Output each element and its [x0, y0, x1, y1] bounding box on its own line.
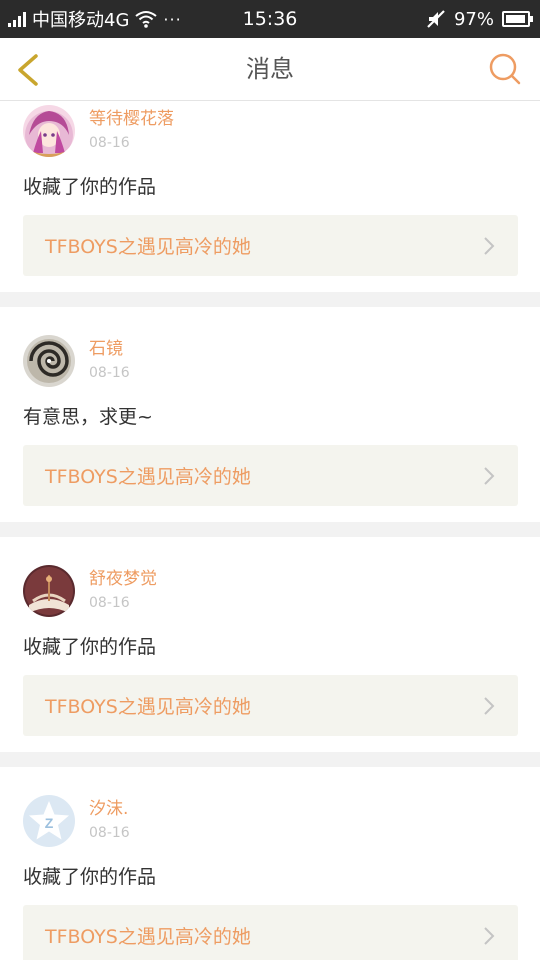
battery-fill: [506, 15, 526, 23]
default-star-avatar-icon: Z: [23, 795, 75, 847]
message-text: 有意思，求更~: [23, 406, 153, 428]
username[interactable]: 汐沫.: [89, 798, 130, 820]
message-card: 石镜 08-16 有意思，求更~ TFBOYS之遇见高冷的她: [0, 307, 540, 522]
avatar[interactable]: Z: [23, 795, 75, 847]
username[interactable]: 石镜: [89, 338, 130, 360]
screen: 中国移动4G ··· 15:36 97% 消息 等待樱花落 08-16 收藏了你…: [0, 0, 540, 960]
message-list[interactable]: 等待樱花落 08-16 收藏了你的作品 TFBOYS之遇见高冷的她 石镜 08-…: [0, 101, 540, 960]
chevron-right-icon: [484, 466, 495, 485]
chevron-left-icon[interactable]: [12, 50, 46, 90]
svg-text:Z: Z: [45, 815, 54, 831]
username[interactable]: 等待樱花落: [89, 108, 174, 130]
message-card: 等待樱花落 08-16 收藏了你的作品 TFBOYS之遇见高冷的她: [0, 101, 540, 292]
username[interactable]: 舒夜梦觉: [89, 568, 157, 590]
page-title: 消息: [246, 55, 294, 83]
avatar[interactable]: [23, 105, 75, 157]
chevron-right-icon: [484, 696, 495, 715]
user-row[interactable]: 舒夜梦觉 08-16: [23, 565, 518, 617]
work-link[interactable]: TFBOYS之遇见高冷的她: [23, 215, 518, 276]
user-meta: 汐沫. 08-16: [89, 798, 130, 844]
message-text: 收藏了你的作品: [23, 176, 157, 198]
book-avatar-icon: [23, 565, 75, 617]
work-title: TFBOYS之遇见高冷的她: [45, 926, 251, 948]
work-title: TFBOYS之遇见高冷的她: [45, 696, 251, 718]
user-meta: 等待樱花落 08-16: [89, 108, 174, 154]
message-card: 舒夜梦觉 08-16 收藏了你的作品 TFBOYS之遇见高冷的她: [0, 537, 540, 752]
work-link[interactable]: TFBOYS之遇见高冷的她: [23, 905, 518, 960]
mute-icon: [427, 10, 445, 28]
work-title: TFBOYS之遇见高冷的她: [45, 236, 251, 258]
avatar[interactable]: [23, 335, 75, 387]
message-date: 08-16: [89, 825, 130, 841]
anime-girl-avatar-icon: [23, 105, 75, 157]
message-text: 收藏了你的作品: [23, 636, 157, 658]
message-text: 收藏了你的作品: [23, 866, 157, 888]
work-link[interactable]: TFBOYS之遇见高冷的她: [23, 675, 518, 736]
avatar[interactable]: [23, 565, 75, 617]
work-link[interactable]: TFBOYS之遇见高冷的她: [23, 445, 518, 506]
status-bar: 中国移动4G ··· 15:36 97%: [0, 0, 540, 38]
user-meta: 舒夜梦觉 08-16: [89, 568, 157, 614]
user-meta: 石镜 08-16: [89, 338, 130, 384]
battery-percent: 97%: [453, 8, 494, 30]
message-card: Z 汐沫. 08-16 收藏了你的作品 TFBOYS之遇见高冷的她: [0, 767, 540, 960]
status-right: 97%: [426, 0, 533, 38]
top-nav-bar: 消息: [0, 38, 540, 101]
chevron-right-icon: [484, 236, 495, 255]
message-date: 08-16: [89, 595, 130, 611]
swirl-avatar-icon: [23, 335, 75, 387]
user-row[interactable]: Z 汐沫. 08-16: [23, 795, 518, 847]
user-row[interactable]: 石镜 08-16: [23, 335, 518, 387]
battery-icon: [502, 11, 533, 27]
work-title: TFBOYS之遇见高冷的她: [45, 466, 251, 488]
message-date: 08-16: [89, 135, 130, 151]
message-date: 08-16: [89, 365, 130, 381]
chevron-right-icon: [484, 926, 495, 945]
search-icon[interactable]: [488, 52, 522, 86]
user-row[interactable]: 等待樱花落 08-16: [23, 105, 518, 157]
